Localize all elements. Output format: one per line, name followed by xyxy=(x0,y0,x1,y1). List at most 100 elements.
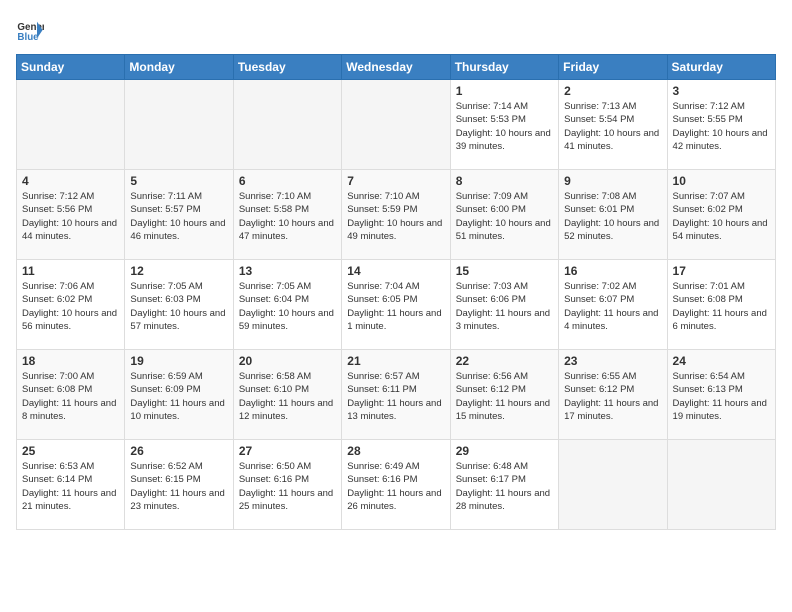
calendar-cell: 14 Sunrise: 7:04 AMSunset: 6:05 PMDayligh… xyxy=(342,260,450,350)
day-info: Sunrise: 6:56 AMSunset: 6:12 PMDaylight:… xyxy=(456,370,553,423)
day-info: Sunrise: 7:05 AMSunset: 6:03 PMDaylight:… xyxy=(130,280,227,333)
day-number: 11 xyxy=(22,264,119,278)
day-info: Sunrise: 6:55 AMSunset: 6:12 PMDaylight:… xyxy=(564,370,661,423)
calendar-cell: 9 Sunrise: 7:08 AMSunset: 6:01 PMDaylight… xyxy=(559,170,667,260)
calendar-cell: 13 Sunrise: 7:05 AMSunset: 6:04 PMDayligh… xyxy=(233,260,341,350)
day-number: 1 xyxy=(456,84,553,98)
day-info: Sunrise: 7:03 AMSunset: 6:06 PMDaylight:… xyxy=(456,280,553,333)
day-info: Sunrise: 7:12 AMSunset: 5:56 PMDaylight:… xyxy=(22,190,119,243)
day-info: Sunrise: 7:12 AMSunset: 5:55 PMDaylight:… xyxy=(673,100,770,153)
calendar-cell: 4 Sunrise: 7:12 AMSunset: 5:56 PMDaylight… xyxy=(17,170,125,260)
day-number: 28 xyxy=(347,444,444,458)
calendar-cell xyxy=(559,440,667,530)
day-number: 20 xyxy=(239,354,336,368)
day-number: 17 xyxy=(673,264,770,278)
weekday-header-sunday: Sunday xyxy=(17,55,125,80)
calendar-cell: 24Sunrise: 6:54 AMSunset: 6:13 PMDayligh… xyxy=(667,350,775,440)
day-number: 23 xyxy=(564,354,661,368)
day-number: 19 xyxy=(130,354,227,368)
calendar-cell: 18 Sunrise: 7:00 AMSunset: 6:08 PMDayligh… xyxy=(17,350,125,440)
calendar-week-5: 25Sunrise: 6:53 AMSunset: 6:14 PMDayligh… xyxy=(17,440,776,530)
day-number: 12 xyxy=(130,264,227,278)
day-number: 4 xyxy=(22,174,119,188)
calendar-cell: 1 Sunrise: 7:14 AMSunset: 5:53 PMDaylight… xyxy=(450,80,558,170)
day-number: 18 xyxy=(22,354,119,368)
calendar-cell: 19 Sunrise: 6:59 AMSunset: 6:09 PMDayligh… xyxy=(125,350,233,440)
day-info: Sunrise: 6:52 AMSunset: 6:15 PMDaylight:… xyxy=(130,460,227,513)
calendar-cell: 26 Sunrise: 6:52 AMSunset: 6:15 PMDayligh… xyxy=(125,440,233,530)
day-number: 3 xyxy=(673,84,770,98)
day-info: Sunrise: 6:50 AMSunset: 6:16 PMDaylight:… xyxy=(239,460,336,513)
day-info: Sunrise: 6:59 AMSunset: 6:09 PMDaylight:… xyxy=(130,370,227,423)
day-info: Sunrise: 7:06 AMSunset: 6:02 PMDaylight:… xyxy=(22,280,119,333)
day-number: 2 xyxy=(564,84,661,98)
day-info: Sunrise: 7:07 AMSunset: 6:02 PMDaylight:… xyxy=(673,190,770,243)
day-info: Sunrise: 7:11 AMSunset: 5:57 PMDaylight:… xyxy=(130,190,227,243)
day-number: 14 xyxy=(347,264,444,278)
day-info: Sunrise: 7:10 AMSunset: 5:58 PMDaylight:… xyxy=(239,190,336,243)
calendar-cell xyxy=(125,80,233,170)
calendar-cell xyxy=(342,80,450,170)
calendar-cell xyxy=(667,440,775,530)
calendar-cell: 17 Sunrise: 7:01 AMSunset: 6:08 PMDayligh… xyxy=(667,260,775,350)
day-number: 25 xyxy=(22,444,119,458)
calendar-cell: 25Sunrise: 6:53 AMSunset: 6:14 PMDayligh… xyxy=(17,440,125,530)
day-number: 22 xyxy=(456,354,553,368)
weekday-header-thursday: Thursday xyxy=(450,55,558,80)
calendar-cell: 27 Sunrise: 6:50 AMSunset: 6:16 PMDayligh… xyxy=(233,440,341,530)
day-info: Sunrise: 7:05 AMSunset: 6:04 PMDaylight:… xyxy=(239,280,336,333)
day-info: Sunrise: 7:10 AMSunset: 5:59 PMDaylight:… xyxy=(347,190,444,243)
day-info: Sunrise: 7:00 AMSunset: 6:08 PMDaylight:… xyxy=(22,370,119,423)
calendar-cell: 21 Sunrise: 6:57 AMSunset: 6:11 PMDayligh… xyxy=(342,350,450,440)
calendar-week-3: 11 Sunrise: 7:06 AMSunset: 6:02 PMDayligh… xyxy=(17,260,776,350)
day-number: 7 xyxy=(347,174,444,188)
day-number: 21 xyxy=(347,354,444,368)
day-number: 5 xyxy=(130,174,227,188)
day-number: 10 xyxy=(673,174,770,188)
calendar-cell: 11 Sunrise: 7:06 AMSunset: 6:02 PMDayligh… xyxy=(17,260,125,350)
day-number: 13 xyxy=(239,264,336,278)
calendar-cell xyxy=(17,80,125,170)
day-info: Sunrise: 6:48 AMSunset: 6:17 PMDaylight:… xyxy=(456,460,553,513)
calendar-cell xyxy=(233,80,341,170)
day-number: 15 xyxy=(456,264,553,278)
svg-text:Blue: Blue xyxy=(17,32,39,43)
day-info: Sunrise: 7:13 AMSunset: 5:54 PMDaylight:… xyxy=(564,100,661,153)
day-number: 9 xyxy=(564,174,661,188)
day-info: Sunrise: 7:01 AMSunset: 6:08 PMDaylight:… xyxy=(673,280,770,333)
weekday-header-tuesday: Tuesday xyxy=(233,55,341,80)
day-info: Sunrise: 7:02 AMSunset: 6:07 PMDaylight:… xyxy=(564,280,661,333)
calendar-cell: 23 Sunrise: 6:55 AMSunset: 6:12 PMDayligh… xyxy=(559,350,667,440)
calendar-cell: 22 Sunrise: 6:56 AMSunset: 6:12 PMDayligh… xyxy=(450,350,558,440)
day-number: 29 xyxy=(456,444,553,458)
calendar-cell: 6 Sunrise: 7:10 AMSunset: 5:58 PMDaylight… xyxy=(233,170,341,260)
calendar-cell: 16 Sunrise: 7:02 AMSunset: 6:07 PMDayligh… xyxy=(559,260,667,350)
calendar-cell: 28 Sunrise: 6:49 AMSunset: 6:16 PMDayligh… xyxy=(342,440,450,530)
calendar-cell: 20 Sunrise: 6:58 AMSunset: 6:10 PMDayligh… xyxy=(233,350,341,440)
day-number: 26 xyxy=(130,444,227,458)
weekday-header-monday: Monday xyxy=(125,55,233,80)
day-number: 8 xyxy=(456,174,553,188)
calendar-week-4: 18 Sunrise: 7:00 AMSunset: 6:08 PMDayligh… xyxy=(17,350,776,440)
day-number: 27 xyxy=(239,444,336,458)
calendar-cell: 12 Sunrise: 7:05 AMSunset: 6:03 PMDayligh… xyxy=(125,260,233,350)
calendar-cell: 2 Sunrise: 7:13 AMSunset: 5:54 PMDaylight… xyxy=(559,80,667,170)
day-info: Sunrise: 6:49 AMSunset: 6:16 PMDaylight:… xyxy=(347,460,444,513)
day-info: Sunrise: 6:58 AMSunset: 6:10 PMDaylight:… xyxy=(239,370,336,423)
calendar-cell: 3 Sunrise: 7:12 AMSunset: 5:55 PMDaylight… xyxy=(667,80,775,170)
calendar-cell: 29 Sunrise: 6:48 AMSunset: 6:17 PMDayligh… xyxy=(450,440,558,530)
day-number: 16 xyxy=(564,264,661,278)
day-info: Sunrise: 7:08 AMSunset: 6:01 PMDaylight:… xyxy=(564,190,661,243)
day-info: Sunrise: 7:14 AMSunset: 5:53 PMDaylight:… xyxy=(456,100,553,153)
day-number: 6 xyxy=(239,174,336,188)
day-info: Sunrise: 6:57 AMSunset: 6:11 PMDaylight:… xyxy=(347,370,444,423)
calendar-table: SundayMondayTuesdayWednesdayThursdayFrid… xyxy=(16,54,776,530)
calendar-cell: 5 Sunrise: 7:11 AMSunset: 5:57 PMDaylight… xyxy=(125,170,233,260)
weekday-header-row: SundayMondayTuesdayWednesdayThursdayFrid… xyxy=(17,55,776,80)
day-info: Sunrise: 6:54 AMSunset: 6:13 PMDaylight:… xyxy=(673,370,770,423)
calendar-week-1: 1 Sunrise: 7:14 AMSunset: 5:53 PMDaylight… xyxy=(17,80,776,170)
day-info: Sunrise: 7:04 AMSunset: 6:05 PMDaylight:… xyxy=(347,280,444,333)
calendar-cell: 10 Sunrise: 7:07 AMSunset: 6:02 PMDayligh… xyxy=(667,170,775,260)
page-header: General Blue xyxy=(16,16,776,44)
weekday-header-saturday: Saturday xyxy=(667,55,775,80)
